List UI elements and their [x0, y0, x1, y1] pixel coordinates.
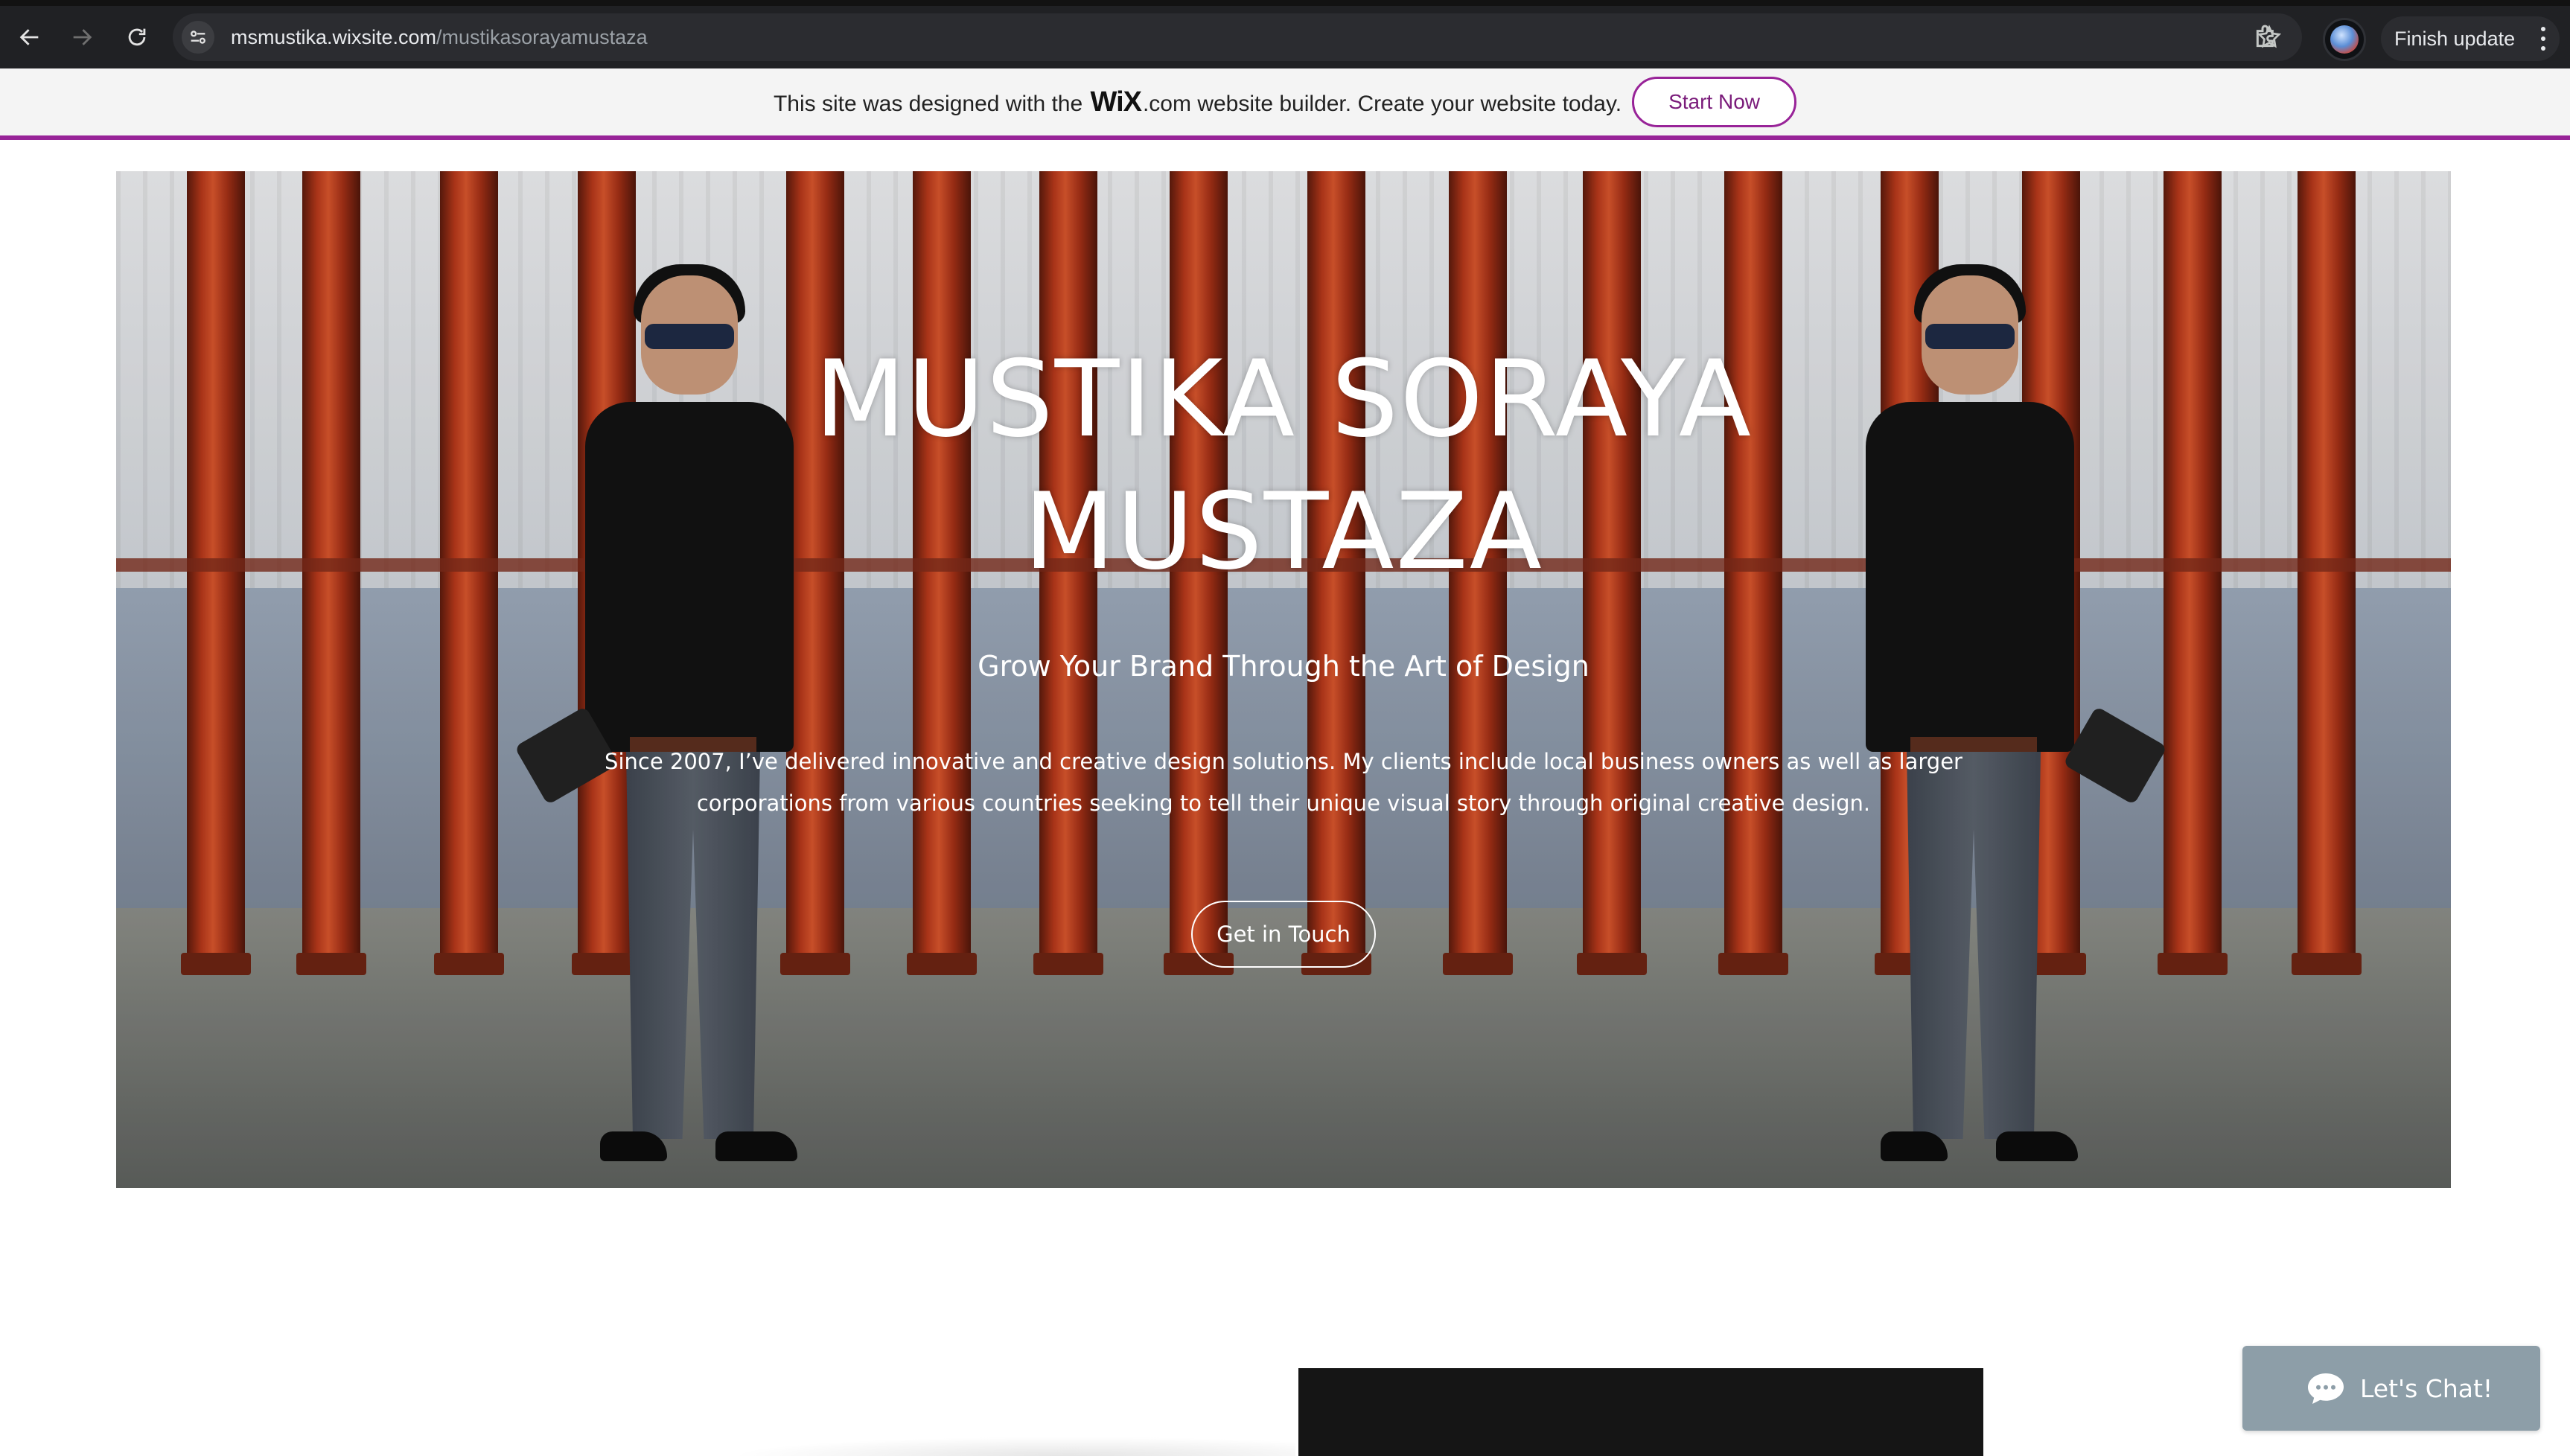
section-shadow: [730, 1437, 1295, 1456]
get-in-touch-button[interactable]: Get in Touch: [1191, 901, 1376, 968]
forward-icon[interactable]: [67, 22, 97, 52]
extensions-icon[interactable]: [2251, 22, 2281, 52]
wix-promo-banner: This site was designed with the WiX .com …: [0, 68, 2570, 140]
next-section-image: [1298, 1368, 1983, 1456]
address-bar[interactable]: msmustika.wixsite.com/mustikasorayamusta…: [173, 13, 2302, 61]
url-text[interactable]: msmustika.wixsite.com/mustikasorayamusta…: [231, 13, 648, 61]
hero-description: Since 2007, I’ve delivered innovative an…: [605, 749, 1962, 816]
wix-banner-text-after: .com website builder. Create your websit…: [1142, 91, 1622, 116]
finish-update-label: Finish update: [2394, 28, 2516, 50]
more-icon[interactable]: [2540, 27, 2546, 51]
start-now-button[interactable]: Start Now: [1632, 77, 1797, 127]
wix-logo: WiX: [1090, 86, 1142, 118]
wix-banner-text: This site was designed with the WiX .com …: [774, 86, 1622, 118]
browser-toolbar: msmustika.wixsite.com/mustikasorayamusta…: [0, 0, 2570, 68]
chat-widget-button[interactable]: Let's Chat!: [2242, 1346, 2540, 1431]
hero-title: MUSTIKA SORAYA MUSTAZA: [116, 333, 2451, 598]
profile-image: [2330, 25, 2359, 54]
url-path: /mustikasorayamustaza: [436, 26, 648, 48]
reload-icon[interactable]: [122, 22, 152, 52]
hero-title-line-1: MUSTIKA SORAYA: [814, 338, 1753, 461]
url-host: msmustika.wixsite.com: [231, 26, 437, 48]
chat-bubble-icon: [2308, 1373, 2344, 1404]
profile-avatar[interactable]: [2323, 18, 2366, 61]
chat-label: Let's Chat!: [2360, 1373, 2493, 1403]
hero-title-line-2: MUSTAZA: [1024, 470, 1543, 593]
wix-banner-text-before: This site was designed with the: [773, 91, 1083, 116]
site-info-icon[interactable]: [182, 21, 214, 54]
hero-subtitle: Grow Your Brand Through the Art of Desig…: [978, 650, 1589, 683]
finish-update-button[interactable]: Finish update: [2381, 16, 2560, 61]
back-icon[interactable]: [15, 22, 45, 52]
hero-section: MUSTIKA SORAYA MUSTAZA Grow Your Brand T…: [116, 171, 2451, 1188]
